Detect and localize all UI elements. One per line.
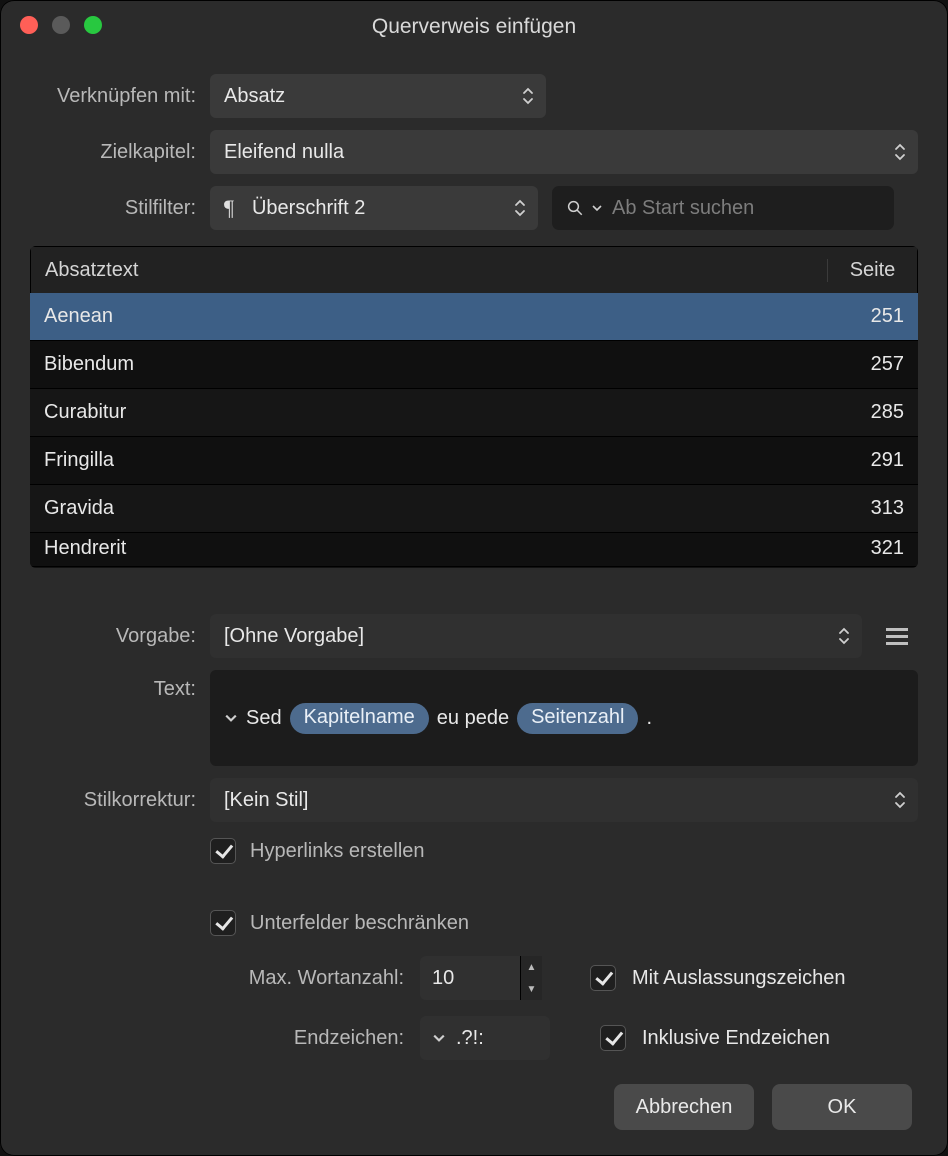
inclusive-endchars-checkbox[interactable] [600, 1025, 626, 1051]
dialog-body: Verknüpfen mit: Absatz Zielkapitel: Elei… [0, 54, 948, 1084]
hyperlinks-checkbox[interactable] [210, 838, 236, 864]
step-down-icon[interactable]: ▼ [521, 978, 542, 1000]
col-page[interactable]: Seite [827, 259, 917, 282]
list-header: Absatztext Seite [30, 246, 918, 293]
ellipsis-label: Mit Auslassungszeichen [632, 967, 845, 990]
search-icon [566, 199, 584, 217]
titlebar: Querverweis einfügen [0, 0, 948, 54]
dialog-window: Querverweis einfügen Verknüpfen mit: Abs… [0, 0, 948, 1156]
dialog-footer: Abbrechen OK [614, 1084, 912, 1130]
search-input[interactable] [610, 196, 880, 221]
max-words-value: 10 [432, 967, 454, 990]
paragraph-list: Absatztext Seite Aenean 251 Bibendum 257… [30, 246, 918, 568]
text-token: Sed [246, 707, 282, 730]
inclusive-endchars-label: Inklusive Endzeichen [642, 1027, 830, 1050]
ellipsis-checkbox[interactable] [590, 965, 616, 991]
link-with-select[interactable]: Absatz [210, 74, 546, 118]
ok-button[interactable]: OK [772, 1084, 912, 1130]
minimize-icon [52, 16, 70, 34]
list-item[interactable]: Curabitur 285 [30, 389, 918, 437]
chevron-down-icon[interactable] [432, 1027, 446, 1050]
chevron-updown-icon [838, 626, 850, 646]
window-title: Querverweis einfügen [0, 15, 948, 39]
chevron-updown-icon [894, 142, 906, 162]
hyperlinks-label: Hyperlinks erstellen [250, 840, 425, 863]
chevron-down-icon[interactable] [592, 203, 602, 213]
label-style-correction: Stilkorrektur: [30, 789, 196, 812]
style-correction-select[interactable]: [Kein Stil] [210, 778, 918, 822]
field-pill-chapter-name[interactable]: Kapitelname [290, 703, 429, 734]
label-style-filter: Stilfilter: [30, 197, 196, 220]
max-words-input[interactable]: 10 ▲ ▼ [420, 956, 540, 1000]
search-field[interactable] [552, 186, 894, 230]
restrict-subfields-checkbox[interactable] [210, 910, 236, 936]
field-pill-page-number[interactable]: Seitenzahl [517, 703, 638, 734]
chevron-updown-icon [514, 198, 526, 218]
label-max-words: Max. Wortanzahl: [210, 967, 404, 990]
end-chars-input[interactable]: .?!: [420, 1016, 550, 1060]
label-text: Text: [30, 670, 196, 701]
zoom-icon[interactable] [84, 16, 102, 34]
list-item[interactable]: Bibendum 257 [30, 341, 918, 389]
preset-value: [Ohne Vorgabe] [224, 625, 364, 648]
label-end-chars: Endzeichen: [210, 1027, 404, 1050]
chevron-down-icon[interactable] [224, 707, 238, 730]
style-filter-value: Überschrift 2 [252, 197, 365, 220]
list-body[interactable]: Aenean 251 Bibendum 257 Curabitur 285 Fr… [30, 293, 918, 568]
list-item[interactable]: Gravida 313 [30, 485, 918, 533]
pilcrow-icon: ¶ [224, 195, 234, 221]
label-target-chapter: Zielkapitel: [30, 141, 196, 164]
step-up-icon[interactable]: ▲ [521, 956, 542, 978]
style-filter-select[interactable]: ¶ Überschrift 2 [210, 186, 538, 230]
end-chars-value: .?!: [456, 1027, 484, 1050]
text-token: eu pede [437, 707, 509, 730]
cancel-button[interactable]: Abbrechen [614, 1084, 754, 1130]
chevron-updown-icon [894, 790, 906, 810]
link-with-value: Absatz [224, 85, 285, 108]
label-link-with: Verknüpfen mit: [30, 85, 196, 108]
preset-menu-button[interactable] [876, 614, 918, 658]
list-item[interactable]: Aenean 251 [30, 293, 918, 341]
target-chapter-select[interactable]: Eleifend nulla [210, 130, 918, 174]
quantity-stepper[interactable]: ▲ ▼ [520, 956, 542, 1000]
preset-select[interactable]: [Ohne Vorgabe] [210, 614, 862, 658]
list-item[interactable]: Fringilla 291 [30, 437, 918, 485]
text-token: . [646, 707, 652, 730]
window-controls [20, 16, 102, 34]
list-item[interactable]: Hendrerit 321 [30, 533, 918, 567]
col-text[interactable]: Absatztext [31, 259, 827, 282]
chevron-updown-icon [522, 86, 534, 106]
style-correction-value: [Kein Stil] [224, 789, 308, 812]
text-field[interactable]: Sed Kapitelname eu pede Seitenzahl . [210, 670, 918, 766]
target-chapter-value: Eleifend nulla [224, 141, 344, 164]
label-preset: Vorgabe: [30, 625, 196, 648]
restrict-subfields-label: Unterfelder beschränken [250, 912, 469, 935]
menu-icon [886, 628, 908, 645]
close-icon[interactable] [20, 16, 38, 34]
